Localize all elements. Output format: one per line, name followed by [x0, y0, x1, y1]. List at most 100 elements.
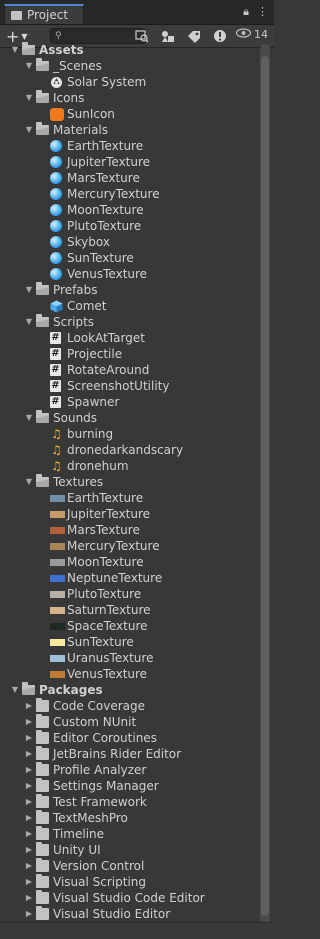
folder-materials[interactable]: ▼ Materials [0, 122, 254, 138]
asset-item[interactable]: SunTexture [0, 250, 254, 266]
expand-arrow-icon[interactable]: ▼ [24, 122, 34, 138]
collapse-arrow-icon[interactable]: ▶ [24, 906, 34, 922]
asset-item[interactable]: MercuryTexture [0, 186, 254, 202]
asset-item[interactable]: VenusTexture [0, 266, 254, 282]
package-item-label: Visual Scripting [53, 875, 146, 889]
asset-item[interactable]: MercuryTexture [0, 538, 254, 554]
asset-item[interactable]: Solar System [0, 74, 254, 90]
package-item[interactable]: ▶ TextMeshPro [0, 810, 254, 826]
script-icon: # [50, 396, 61, 408]
asset-item[interactable]: ♫ burning [0, 426, 254, 442]
vertical-scrollbar[interactable] [260, 44, 270, 924]
collapse-arrow-icon[interactable]: ▶ [24, 778, 34, 794]
texture-thumbnail-icon [50, 655, 65, 662]
asset-item[interactable]: SaturnTexture [0, 602, 254, 618]
collapse-arrow-icon[interactable]: ▶ [24, 794, 34, 810]
collapse-arrow-icon[interactable]: ▶ [24, 730, 34, 746]
package-item[interactable]: ▶ Timeline [0, 826, 254, 842]
bottom-bar [0, 922, 274, 939]
package-item[interactable]: ▶ Custom NUnit [0, 714, 254, 730]
folder-packages[interactable]: ▼ Packages [0, 682, 254, 698]
asset-item-label: JupiterTexture [67, 507, 151, 521]
asset-item[interactable]: NeptuneTexture [0, 570, 254, 586]
collapse-arrow-icon[interactable]: ▶ [24, 810, 34, 826]
asset-item[interactable]: # Spawner [0, 394, 254, 410]
asset-item[interactable]: # Projectile [0, 346, 254, 362]
expand-arrow-icon[interactable]: ▼ [24, 282, 34, 298]
expand-arrow-icon[interactable]: ▼ [24, 58, 34, 74]
asset-item[interactable]: MarsTexture [0, 170, 254, 186]
asset-item[interactable]: JupiterTexture [0, 154, 254, 170]
collapse-arrow-icon[interactable]: ▶ [24, 762, 34, 778]
asset-item[interactable]: MoonTexture [0, 554, 254, 570]
tab-project[interactable]: Project [4, 4, 84, 24]
package-item[interactable]: ▶ Version Control [0, 858, 254, 874]
package-item[interactable]: ▶ Unity UI [0, 842, 254, 858]
expand-arrow-icon[interactable]: ▼ [24, 90, 34, 106]
asset-item[interactable]: Skybox [0, 234, 254, 250]
folder-textures[interactable]: ▼ Textures [0, 474, 254, 490]
asset-item[interactable]: # RotateAround [0, 362, 254, 378]
asset-item-label: NeptuneTexture [67, 571, 163, 585]
asset-item[interactable]: # ScreenshotUtility [0, 378, 254, 394]
package-item-label: Settings Manager [53, 779, 159, 793]
folder-prefabs[interactable]: ▼ Prefabs [0, 282, 254, 298]
collapse-arrow-icon[interactable]: ▶ [24, 714, 34, 730]
package-item[interactable]: ▶ JetBrains Rider Editor [0, 746, 254, 762]
texture-thumbnail-icon [50, 495, 65, 502]
asset-item-label: Comet [67, 299, 107, 313]
package-item[interactable]: ▶ Editor Coroutines [0, 730, 254, 746]
package-item[interactable]: ▶ Visual Studio Editor [0, 906, 254, 922]
script-icon: # [50, 380, 61, 392]
scrollbar-thumb[interactable] [261, 56, 269, 916]
expand-arrow-icon[interactable]: ▼ [24, 410, 34, 426]
collapse-arrow-icon[interactable]: ▶ [24, 858, 34, 874]
material-sphere-icon [50, 204, 62, 216]
expand-arrow-icon[interactable]: ▼ [24, 474, 34, 490]
more-menu-icon[interactable]: ⋮ [257, 5, 268, 19]
collapse-arrow-icon[interactable]: ▶ [24, 890, 34, 906]
folder-icons[interactable]: ▼ Icons [0, 90, 254, 106]
package-item[interactable]: ▶ Settings Manager [0, 778, 254, 794]
lock-icon[interactable]: 🔒︎ [243, 5, 249, 19]
asset-item-label: SunTexture [67, 635, 134, 649]
asset-item[interactable]: EarthTexture [0, 138, 254, 154]
folder-scenes[interactable]: ▼ _Scenes [0, 58, 254, 74]
asset-item[interactable]: SunTexture [0, 634, 254, 650]
asset-item[interactable]: PlutoTexture [0, 586, 254, 602]
asset-item[interactable]: Comet [0, 298, 254, 314]
asset-item[interactable]: SpaceTexture [0, 618, 254, 634]
asset-item[interactable]: SunIcon [0, 106, 254, 122]
folder-assets[interactable]: ▼ Assets [0, 42, 254, 58]
hidden-packages-toggle[interactable]: 14 [235, 28, 268, 41]
asset-item[interactable]: JupiterTexture [0, 506, 254, 522]
package-item[interactable]: ▶ Visual Scripting [0, 874, 254, 890]
expand-arrow-icon[interactable]: ▼ [10, 682, 20, 698]
asset-item[interactable]: MarsTexture [0, 522, 254, 538]
package-item[interactable]: ▶ Visual Studio Code Editor [0, 890, 254, 906]
texture-thumbnail-icon [50, 639, 65, 646]
folder-scripts[interactable]: ▼ Scripts [0, 314, 254, 330]
package-item[interactable]: ▶ Test Framework [0, 794, 254, 810]
collapse-arrow-icon[interactable]: ▶ [24, 746, 34, 762]
audio-clip-icon: ♫ [51, 459, 62, 473]
asset-item[interactable]: MoonTexture [0, 202, 254, 218]
asset-item[interactable]: UranusTexture [0, 650, 254, 666]
eye-icon [235, 28, 252, 41]
asset-item[interactable]: EarthTexture [0, 490, 254, 506]
asset-item[interactable]: ♫ dronedarkandscary [0, 442, 254, 458]
expand-arrow-icon[interactable]: ▼ [10, 42, 20, 58]
folder-sounds[interactable]: ▼ Sounds [0, 410, 254, 426]
package-item[interactable]: ▶ Code Coverage [0, 698, 254, 714]
asset-item[interactable]: ♫ dronehum [0, 458, 254, 474]
expand-arrow-icon[interactable]: ▼ [24, 314, 34, 330]
asset-item[interactable]: PlutoTexture [0, 218, 254, 234]
package-item[interactable]: ▶ Profile Analyzer [0, 762, 254, 778]
asset-item[interactable]: # LookAtTarget [0, 330, 254, 346]
collapse-arrow-icon[interactable]: ▶ [24, 842, 34, 858]
collapse-arrow-icon[interactable]: ▶ [24, 826, 34, 842]
search-input[interactable] [63, 29, 130, 43]
collapse-arrow-icon[interactable]: ▶ [24, 698, 34, 714]
asset-item[interactable]: VenusTexture [0, 666, 254, 682]
collapse-arrow-icon[interactable]: ▶ [24, 874, 34, 890]
